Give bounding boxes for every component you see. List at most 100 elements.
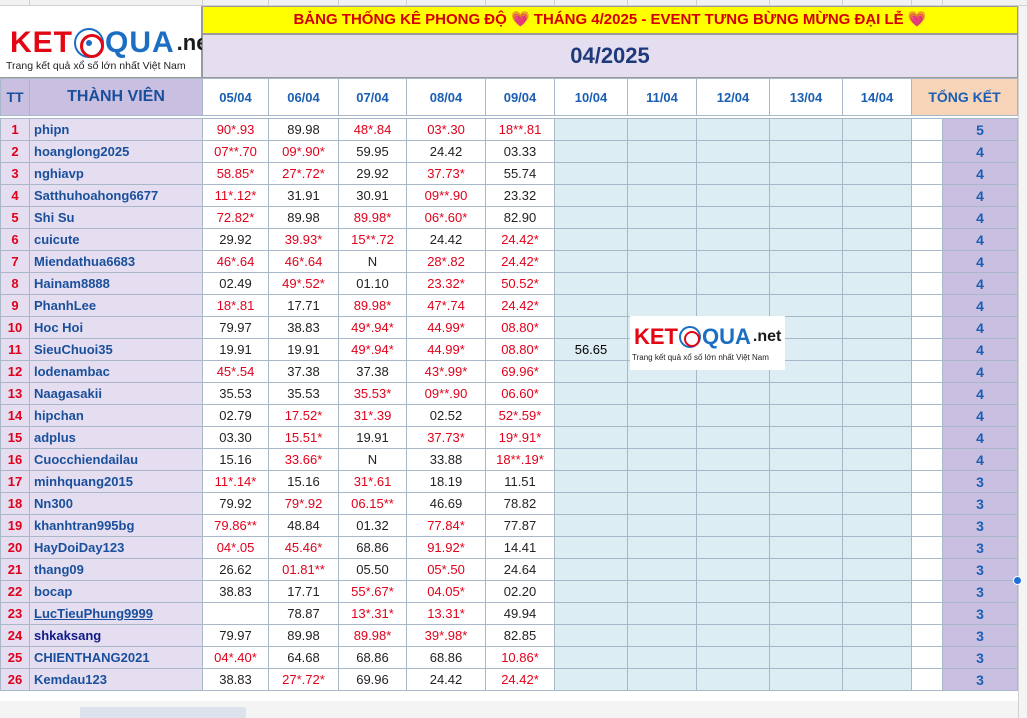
- prediction-cell[interactable]: 04*.05: [202, 536, 269, 559]
- prediction-cell[interactable]: [696, 646, 770, 669]
- member-name[interactable]: hipchan: [29, 404, 203, 427]
- prediction-cell[interactable]: [627, 536, 697, 559]
- row-number[interactable]: 5: [0, 206, 30, 229]
- header-date[interactable]: 07/04: [338, 78, 407, 116]
- total-score[interactable]: 4: [942, 206, 1018, 229]
- prediction-cell[interactable]: [627, 272, 697, 295]
- row-number[interactable]: 10: [0, 316, 30, 339]
- prediction-cell[interactable]: 15.16: [202, 448, 269, 471]
- prediction-cell[interactable]: 78.82: [485, 492, 555, 515]
- prediction-cell[interactable]: 11*.14*: [202, 470, 269, 493]
- total-score[interactable]: 3: [942, 624, 1018, 647]
- prediction-cell[interactable]: 18**.19*: [485, 448, 555, 471]
- total-score[interactable]: 3: [942, 492, 1018, 515]
- prediction-cell[interactable]: [842, 382, 912, 405]
- prediction-cell[interactable]: 68.86: [338, 646, 407, 669]
- member-name[interactable]: hoanglong2025: [29, 140, 203, 163]
- total-score[interactable]: 4: [942, 448, 1018, 471]
- prediction-cell[interactable]: 89.98: [268, 206, 339, 229]
- scroll-gutter[interactable]: [1018, 6, 1027, 718]
- prediction-cell[interactable]: 38.83: [202, 580, 269, 603]
- header-tt[interactable]: TT: [0, 78, 30, 116]
- prediction-cell[interactable]: [842, 316, 912, 339]
- prediction-cell[interactable]: N: [338, 448, 407, 471]
- prediction-cell[interactable]: [202, 602, 269, 625]
- row-number[interactable]: 12: [0, 360, 30, 383]
- prediction-cell[interactable]: [842, 426, 912, 449]
- prediction-cell[interactable]: 82.85: [485, 624, 555, 647]
- prediction-cell[interactable]: [769, 118, 843, 141]
- prediction-cell[interactable]: 45*.54: [202, 360, 269, 383]
- prediction-cell[interactable]: 77.87: [485, 514, 555, 537]
- prediction-cell[interactable]: 37.73*: [406, 162, 486, 185]
- blank-cell[interactable]: [911, 646, 943, 669]
- prediction-cell[interactable]: [769, 184, 843, 207]
- prediction-cell[interactable]: [842, 228, 912, 251]
- prediction-cell[interactable]: [554, 470, 628, 493]
- prediction-cell[interactable]: [627, 228, 697, 251]
- prediction-cell[interactable]: [696, 118, 770, 141]
- prediction-cell[interactable]: [696, 470, 770, 493]
- blank-cell[interactable]: [911, 448, 943, 471]
- prediction-cell[interactable]: 09*.90*: [268, 140, 339, 163]
- prediction-cell[interactable]: 43*.99*: [406, 360, 486, 383]
- prediction-cell[interactable]: 02.20: [485, 580, 555, 603]
- prediction-cell[interactable]: [627, 206, 697, 229]
- prediction-cell[interactable]: [696, 162, 770, 185]
- blank-cell[interactable]: [911, 206, 943, 229]
- member-name[interactable]: Cuocchiendailau: [29, 448, 203, 471]
- prediction-cell[interactable]: [627, 580, 697, 603]
- header-date[interactable]: 05/04: [202, 78, 269, 116]
- prediction-cell[interactable]: 03.33: [485, 140, 555, 163]
- sheet-title[interactable]: BẢNG THỐNG KÊ PHONG ĐỘ 💗 THÁNG 4/2025 - …: [202, 6, 1018, 34]
- blank-cell[interactable]: [911, 668, 943, 691]
- prediction-cell[interactable]: 24.42*: [485, 228, 555, 251]
- row-number[interactable]: 22: [0, 580, 30, 603]
- row-number[interactable]: 23: [0, 602, 30, 625]
- sheet-tab[interactable]: [80, 707, 246, 718]
- prediction-cell[interactable]: 59.95: [338, 140, 407, 163]
- prediction-cell[interactable]: [769, 514, 843, 537]
- member-name[interactable]: thang09: [29, 558, 203, 581]
- prediction-cell[interactable]: 14.41: [485, 536, 555, 559]
- prediction-cell[interactable]: 01.32: [338, 514, 407, 537]
- prediction-cell[interactable]: [769, 162, 843, 185]
- prediction-cell[interactable]: 06.60*: [485, 382, 555, 405]
- member-name[interactable]: Nn300: [29, 492, 203, 515]
- row-number[interactable]: 20: [0, 536, 30, 559]
- prediction-cell[interactable]: 17.71: [268, 294, 339, 317]
- prediction-cell[interactable]: [842, 624, 912, 647]
- prediction-cell[interactable]: 49.94: [485, 602, 555, 625]
- row-number[interactable]: 19: [0, 514, 30, 537]
- blank-cell[interactable]: [911, 580, 943, 603]
- prediction-cell[interactable]: [769, 492, 843, 515]
- header-date[interactable]: 09/04: [485, 78, 555, 116]
- row-number[interactable]: 9: [0, 294, 30, 317]
- prediction-cell[interactable]: [554, 294, 628, 317]
- prediction-cell[interactable]: 46*.64: [202, 250, 269, 273]
- prediction-cell[interactable]: [696, 624, 770, 647]
- blank-cell[interactable]: [911, 624, 943, 647]
- prediction-cell[interactable]: 07**.70: [202, 140, 269, 163]
- blank-cell[interactable]: [911, 184, 943, 207]
- prediction-cell[interactable]: 77.84*: [406, 514, 486, 537]
- prediction-cell[interactable]: [769, 602, 843, 625]
- member-name[interactable]: minhquang2015: [29, 470, 203, 493]
- prediction-cell[interactable]: 82.90: [485, 206, 555, 229]
- prediction-cell[interactable]: 89.98*: [338, 294, 407, 317]
- prediction-cell[interactable]: [554, 382, 628, 405]
- prediction-cell[interactable]: [696, 140, 770, 163]
- prediction-cell[interactable]: [627, 162, 697, 185]
- prediction-cell[interactable]: [554, 184, 628, 207]
- prediction-cell[interactable]: 27*.72*: [268, 668, 339, 691]
- total-score[interactable]: 3: [942, 514, 1018, 537]
- prediction-cell[interactable]: 49*.52*: [268, 272, 339, 295]
- prediction-cell[interactable]: [769, 272, 843, 295]
- member-name[interactable]: CHIENTHANG2021: [29, 646, 203, 669]
- total-score[interactable]: 4: [942, 382, 1018, 405]
- prediction-cell[interactable]: 49*.94*: [338, 316, 407, 339]
- prediction-cell[interactable]: [696, 448, 770, 471]
- prediction-cell[interactable]: 03.30: [202, 426, 269, 449]
- blank-cell[interactable]: [911, 426, 943, 449]
- header-date[interactable]: 12/04: [696, 78, 770, 116]
